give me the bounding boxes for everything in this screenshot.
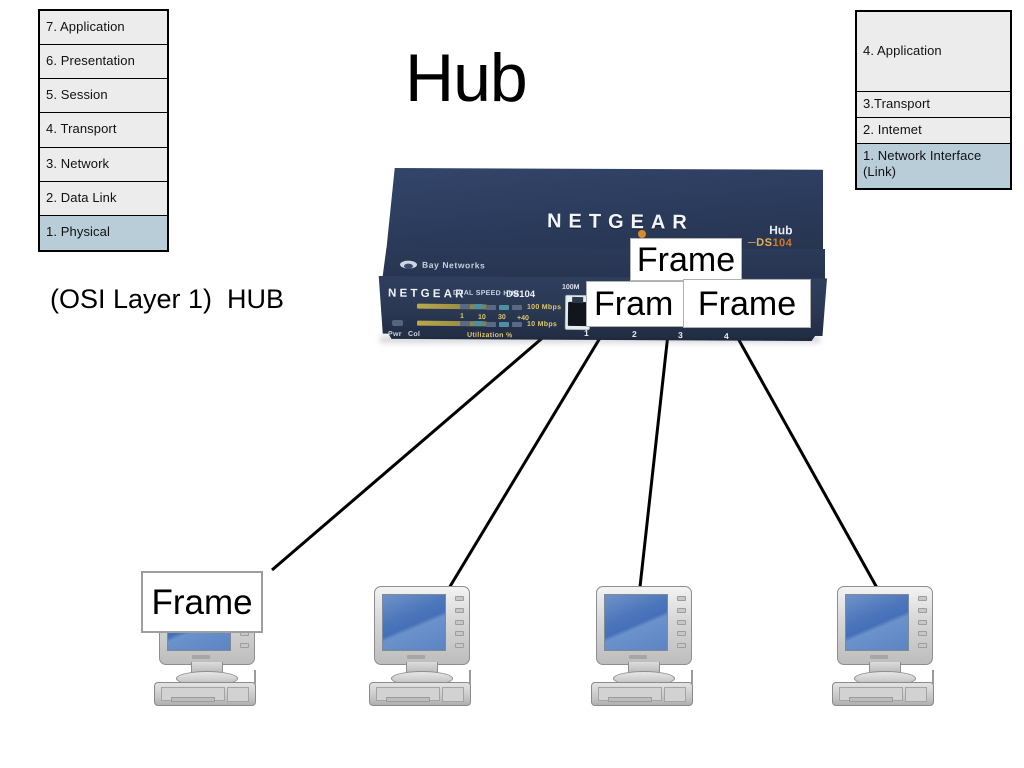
tcpip-layer-1-label: 1. Network Interface (Link) bbox=[863, 148, 982, 179]
keyboard-icon bbox=[832, 682, 934, 706]
screen bbox=[604, 594, 668, 651]
hub-link-3 bbox=[637, 333, 670, 597]
hub-pwr-led bbox=[391, 319, 404, 327]
frame-label-hub-right: Frame bbox=[683, 279, 811, 328]
hub-col-label: Col bbox=[407, 331, 421, 339]
hub-model-label-top: Hub ─DS104 bbox=[747, 222, 793, 250]
hub-led-100-e bbox=[512, 305, 522, 311]
hub-model-ds: ─DS104 bbox=[747, 236, 793, 250]
hub-led-100-b bbox=[473, 304, 483, 310]
keyboard-spacebar bbox=[171, 697, 215, 702]
tcpip-model-stack: 4. Application 3.Transport 2. Intemet 1.… bbox=[855, 10, 1012, 190]
bay-networks-label: Bay Networks bbox=[421, 259, 486, 271]
hub-speed-10-label: 10 Mbps bbox=[526, 320, 558, 329]
osi-layer-2[interactable]: 2. Data Link bbox=[40, 181, 167, 216]
bay-networks-oval-icon bbox=[399, 260, 418, 269]
keyboard-numpad bbox=[442, 687, 464, 702]
osi-layer-2-label: 2. Data Link bbox=[46, 189, 117, 205]
osi-layer-7-label: 7. Application bbox=[46, 19, 125, 35]
osi-layer-4[interactable]: 4. Transport bbox=[40, 113, 167, 148]
hub-port-2-label: 2 bbox=[631, 328, 637, 340]
hub-port-3-label: 3 bbox=[677, 329, 683, 341]
tcpip-layer-3[interactable]: 3.Transport bbox=[857, 92, 1010, 118]
osi-layer-5-label: 5. Session bbox=[46, 87, 108, 103]
osi-layer-3[interactable]: 3. Network bbox=[40, 147, 167, 182]
monitor-icon bbox=[374, 586, 470, 665]
tcpip-layer-3-label: 3.Transport bbox=[863, 96, 931, 112]
hub-led-100-a bbox=[460, 304, 470, 309]
tcpip-layer-1-network-interface-highlighted[interactable]: 1. Network Interface (Link) bbox=[857, 144, 1010, 188]
osi-layer-6-label: 6. Presentation bbox=[46, 53, 135, 69]
hub-speed-100-label: 100 Mbps bbox=[526, 303, 562, 312]
monitor-brand-strip bbox=[192, 655, 210, 659]
frame-label-computer-1: Frame bbox=[141, 571, 263, 633]
hub-brand-dot-icon bbox=[638, 230, 646, 238]
hub-scale-mark-10: 10 bbox=[477, 313, 486, 321]
hub-port-4-label: 4 bbox=[723, 330, 729, 342]
hub-led-10-d bbox=[499, 322, 509, 327]
osi-layer-6[interactable]: 6. Presentation bbox=[40, 45, 167, 80]
osi-layer-1-physical-highlighted[interactable]: 1. Physical bbox=[40, 215, 167, 250]
osi-layer-4-label: 4. Transport bbox=[46, 121, 117, 137]
keyboard-spacebar bbox=[386, 697, 430, 702]
keyboard-icon bbox=[369, 682, 471, 706]
hub-pwr-label: Pwr bbox=[387, 330, 402, 339]
hub-scale-mark-30: 30 bbox=[497, 313, 506, 322]
hub-uplink-100m-label: 100M bbox=[561, 283, 580, 292]
osi-model-stack: 7. Application 6. Presentation 5. Sessio… bbox=[38, 9, 169, 252]
monitor-buttons bbox=[918, 596, 927, 648]
osi-layer-7[interactable]: 7. Application bbox=[40, 11, 167, 46]
tcpip-layer-2[interactable]: 2. Intemet bbox=[857, 118, 1010, 144]
osi-layer-5[interactable]: 5. Session bbox=[40, 79, 167, 114]
tcpip-layer-4[interactable]: 4. Application bbox=[857, 12, 1010, 92]
computer-3[interactable] bbox=[589, 586, 699, 706]
monitor-icon bbox=[596, 586, 692, 665]
bay-networks-logo: Bay Networks bbox=[399, 259, 486, 271]
hub-brand-logo-top: NETGEAR bbox=[546, 210, 694, 234]
keyboard-icon bbox=[154, 682, 256, 706]
computer-2[interactable] bbox=[367, 586, 477, 706]
keyboard-spacebar bbox=[849, 697, 893, 702]
hub-led-10-b bbox=[473, 321, 483, 327]
hub-led-10-e bbox=[512, 322, 522, 328]
osi-layer-caption: (OSI Layer 1) HUB bbox=[50, 284, 285, 314]
hub-model-number: 104 bbox=[772, 237, 793, 250]
tcpip-layer-4-label: 4. Application bbox=[863, 43, 942, 59]
screen bbox=[845, 594, 909, 651]
hub-scale-mark-1: 1 bbox=[459, 312, 464, 321]
frame-label-hub-top: Frame bbox=[630, 238, 742, 281]
keyboard-spacebar bbox=[608, 697, 652, 702]
hub-port-1-label: 1 bbox=[583, 327, 589, 339]
keyboard-numpad bbox=[227, 687, 249, 702]
hub-led-100-c bbox=[486, 304, 496, 310]
page-title: Hub bbox=[405, 40, 528, 116]
hub-led-10-a bbox=[460, 321, 470, 326]
computer-4[interactable] bbox=[830, 586, 940, 706]
screen bbox=[382, 594, 446, 651]
hub-model-name: Hub bbox=[769, 222, 793, 238]
hub-led-10-c bbox=[486, 321, 496, 327]
hub-link-1 bbox=[271, 320, 562, 572]
monitor-buttons bbox=[455, 596, 464, 648]
keyboard-icon bbox=[591, 682, 693, 706]
tcpip-layer-2-label: 2. Intemet bbox=[863, 122, 922, 138]
hub-link-2 bbox=[435, 332, 605, 609]
hub-panel-model: DS104 bbox=[505, 288, 536, 301]
hub-model-ds-text: DS bbox=[756, 236, 773, 250]
keyboard-numpad bbox=[905, 687, 927, 702]
monitor-brand-strip bbox=[870, 655, 888, 659]
osi-layer-1-label: 1. Physical bbox=[46, 224, 110, 240]
monitor-buttons bbox=[677, 596, 686, 648]
monitor-brand-strip bbox=[629, 655, 647, 659]
hub-led-100-d bbox=[499, 305, 509, 310]
hub-link-4 bbox=[733, 332, 888, 605]
monitor-brand-strip bbox=[407, 655, 425, 659]
monitor-icon bbox=[837, 586, 933, 665]
keyboard-numpad bbox=[664, 687, 686, 702]
osi-layer-3-label: 3. Network bbox=[46, 155, 110, 171]
hub-utilization-label: Utilization % bbox=[466, 331, 513, 340]
